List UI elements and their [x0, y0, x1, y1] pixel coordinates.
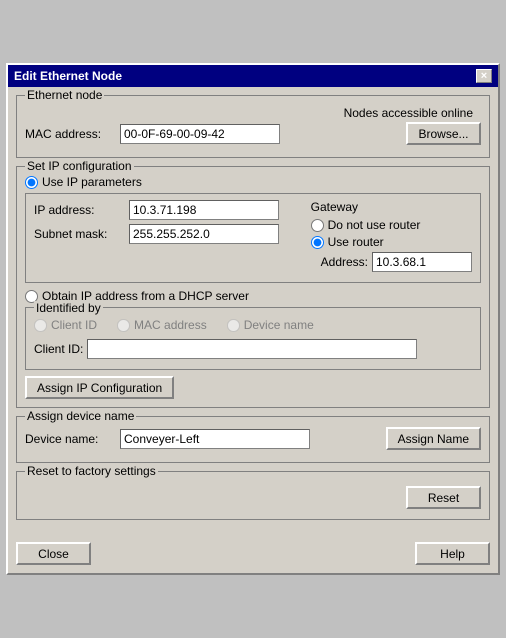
- subnet-mask-row: Subnet mask:: [34, 224, 295, 244]
- no-router-row: Do not use router: [311, 218, 472, 232]
- set-ip-group: Set IP configuration Use IP parameters I…: [16, 166, 490, 408]
- device-name-input[interactable]: [120, 429, 310, 449]
- device-name-radio-row: Device name: [227, 318, 314, 332]
- no-router-label: Do not use router: [328, 218, 421, 232]
- browse-button[interactable]: Browse...: [406, 122, 481, 145]
- dialog-body: Ethernet node Nodes accessible online MA…: [8, 87, 498, 536]
- assign-device-label: Assign device name: [25, 409, 136, 423]
- ethernet-node-label: Ethernet node: [25, 88, 104, 102]
- close-icon[interactable]: ×: [476, 69, 492, 83]
- identified-by-label: Identified by: [34, 301, 103, 315]
- use-router-radio[interactable]: [311, 236, 324, 249]
- dhcp-section: Obtain IP address from a DHCP server Ide…: [25, 289, 481, 370]
- client-id-radio-label: Client ID: [51, 318, 97, 332]
- ethernet-node-content: Nodes accessible online MAC address: Bro…: [25, 106, 481, 145]
- device-name-label: Device name:: [25, 432, 120, 446]
- gateway-address-row: Address:: [321, 252, 472, 272]
- help-button[interactable]: Help: [415, 542, 490, 565]
- dialog-title: Edit Ethernet Node: [14, 69, 122, 83]
- ip-address-input[interactable]: [129, 200, 279, 220]
- use-router-row: Use router: [311, 235, 472, 249]
- mac-address-radio-row: MAC address: [117, 318, 207, 332]
- use-ip-radio-row: Use IP parameters: [25, 175, 481, 189]
- mac-address-label: MAC address:: [25, 127, 120, 141]
- assign-device-content: Device name: Assign Name: [25, 427, 481, 450]
- use-ip-radio[interactable]: [25, 176, 38, 189]
- client-id-field-row: Client ID:: [34, 339, 472, 359]
- gateway-address-input[interactable]: [372, 252, 472, 272]
- gateway-section: Gateway Do not use router Use router Add…: [311, 200, 472, 276]
- set-ip-label: Set IP configuration: [25, 159, 134, 173]
- ip-params-inner: IP address: Subnet mask: Gateway: [34, 200, 472, 276]
- edit-ethernet-dialog: Edit Ethernet Node × Ethernet node Nodes…: [6, 63, 500, 575]
- client-id-input[interactable]: [87, 339, 417, 359]
- subnet-mask-input[interactable]: [129, 224, 279, 244]
- reset-content: Reset: [25, 482, 481, 511]
- ip-address-label: IP address:: [34, 203, 129, 217]
- reset-button[interactable]: Reset: [406, 486, 481, 509]
- ip-address-row: IP address:: [34, 200, 295, 220]
- gateway-title: Gateway: [311, 200, 472, 214]
- mac-address-id-label: MAC address: [134, 318, 207, 332]
- title-bar: Edit Ethernet Node ×: [8, 65, 498, 87]
- ip-fields: IP address: Subnet mask:: [34, 200, 295, 276]
- assign-name-button[interactable]: Assign Name: [386, 427, 481, 450]
- reset-label: Reset to factory settings: [25, 464, 158, 478]
- assign-device-group: Assign device name Device name: Assign N…: [16, 416, 490, 463]
- mac-address-row: MAC address: Browse...: [25, 122, 481, 145]
- ethernet-node-group: Ethernet node Nodes accessible online MA…: [16, 95, 490, 158]
- use-router-label: Use router: [328, 235, 384, 249]
- no-router-radio[interactable]: [311, 219, 324, 232]
- identified-by-box: Identified by Client ID MAC address: [25, 307, 481, 370]
- reset-group: Reset to factory settings Reset: [16, 471, 490, 520]
- gateway-address-label: Address:: [321, 255, 368, 269]
- device-name-row: Device name: Assign Name: [25, 427, 481, 450]
- device-name-id-label: Device name: [244, 318, 314, 332]
- nodes-accessible-label: Nodes accessible online: [344, 106, 473, 120]
- set-ip-content: Use IP parameters IP address: Subnet mas…: [25, 175, 481, 399]
- assign-ip-button[interactable]: Assign IP Configuration: [25, 376, 174, 399]
- footer-buttons: Close Help: [8, 536, 498, 573]
- assign-ip-row: Assign IP Configuration: [25, 376, 481, 399]
- mac-address-input[interactable]: [120, 124, 280, 144]
- mac-address-id-radio[interactable]: [117, 319, 130, 332]
- subnet-mask-label: Subnet mask:: [34, 227, 129, 241]
- ip-params-box: IP address: Subnet mask: Gateway: [25, 193, 481, 283]
- client-id-field-label: Client ID:: [34, 342, 83, 356]
- id-by-radios: Client ID MAC address Device name: [34, 318, 472, 335]
- device-name-radio[interactable]: [227, 319, 240, 332]
- client-id-radio-row: Client ID: [34, 318, 97, 332]
- use-ip-label: Use IP parameters: [42, 175, 142, 189]
- close-button[interactable]: Close: [16, 542, 91, 565]
- client-id-radio[interactable]: [34, 319, 47, 332]
